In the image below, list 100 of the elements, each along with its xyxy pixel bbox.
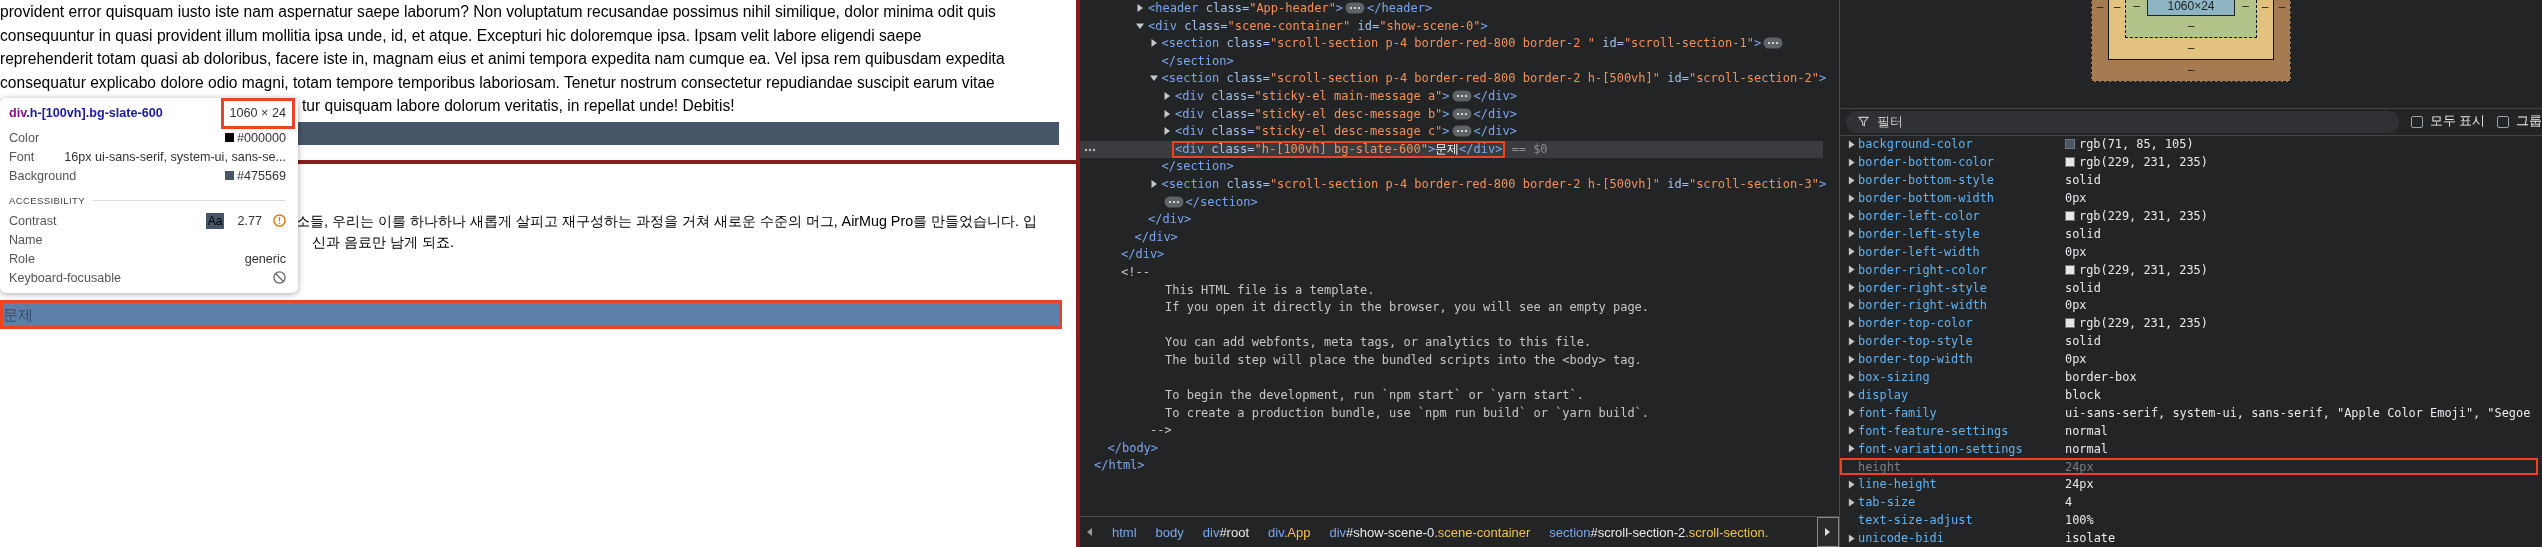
expand-arrow-icon[interactable] xyxy=(1149,74,1158,83)
checkbox[interactable] xyxy=(2411,115,2423,128)
box-model-drawing: – – – 1060×24 – – – – – – xyxy=(2091,0,2291,82)
property-name: font-family xyxy=(1858,405,1938,420)
tag-text[interactable]: <div class="sticky-el main-message a"> xyxy=(1175,87,1450,106)
expand-arrow-icon[interactable] xyxy=(1848,354,1855,364)
property-name: border-bottom-width xyxy=(1858,191,1996,206)
checkbox[interactable] xyxy=(2497,115,2510,128)
scroll-right-icon[interactable] xyxy=(1817,517,1839,547)
property-value: 16px ui-sans-serif, system-ui, sans-se... xyxy=(64,149,286,164)
tag-text[interactable]: <div class="h-[100vh] bg-slate-600">문제</div> xyxy=(1172,140,1506,159)
selected-row[interactable]: <div class="h-[100vh] bg-slate-600">문제</div> == $0 xyxy=(1080,140,1823,159)
tag-text[interactable]: </div> xyxy=(1473,105,1517,124)
expand-arrow-icon[interactable] xyxy=(1848,426,1855,436)
ellipsis-icon[interactable] xyxy=(1451,89,1472,102)
expand-arrow-icon[interactable] xyxy=(1848,175,1855,185)
tag-text[interactable]: </div> xyxy=(1148,211,1192,229)
tag-text[interactable]: </section> xyxy=(1161,158,1234,176)
expand-arrow-icon[interactable] xyxy=(1848,318,1855,328)
comment-text: --> xyxy=(1150,423,1172,438)
tag-text[interactable]: <section class="scroll-section p-4 border-red-800 border-2 h-[500vh]" id="scroll-section-2"> xyxy=(1161,70,1827,88)
tag-text[interactable]: </div> xyxy=(1121,246,1165,264)
property-value: normal xyxy=(2065,441,2108,456)
comment-text: To create a production bundle, use `npm run build` or `yarn build`. xyxy=(1165,405,1650,420)
property-value: generic xyxy=(244,251,286,266)
tag-text[interactable]: </div> xyxy=(1134,228,1178,247)
expand-arrow-icon[interactable] xyxy=(1848,157,1855,167)
breadcrumb[interactable]: body xyxy=(1155,524,1184,540)
tag-text[interactable]: </div> xyxy=(1473,87,1517,106)
property-name: height xyxy=(1858,459,1902,474)
tag-text[interactable]: </div> xyxy=(1473,123,1517,141)
comment-text: To begin the development, run `npm start` or `yarn start`. xyxy=(1165,388,1585,403)
breadcrumb[interactable]: div#root xyxy=(1202,524,1250,540)
tag-text[interactable]: <header class="App-header"> xyxy=(1148,0,1344,18)
property-label: Font xyxy=(9,149,35,164)
tag-text[interactable]: </header> xyxy=(1367,0,1433,18)
expand-arrow-icon[interactable] xyxy=(1848,300,1855,310)
expand-arrow-icon[interactable] xyxy=(1149,39,1158,48)
checkbox-label[interactable]: 그룹 xyxy=(2516,113,2542,131)
selection-marker: == $0 xyxy=(1511,141,1548,156)
property-name: border-top-color xyxy=(1858,316,1974,331)
comment-text: <!-- xyxy=(1121,264,1150,279)
expand-arrow-icon[interactable] xyxy=(1848,265,1855,275)
expand-arrow-icon[interactable] xyxy=(1848,283,1855,293)
property-label: Keyboard-focusable xyxy=(9,270,121,285)
property-value: 0px xyxy=(2065,352,2087,367)
tag-text[interactable]: <section class="scroll-section p-4 border-red-800 border-2 h-[500vh]" id="scroll-section-3"> xyxy=(1161,175,1827,194)
expand-arrow-icon[interactable] xyxy=(1848,372,1855,382)
ellipsis-icon[interactable] xyxy=(1451,107,1472,120)
property-label: Background xyxy=(9,168,77,183)
tag-text[interactable]: </section> xyxy=(1161,52,1234,71)
expand-arrow-icon[interactable] xyxy=(1163,109,1171,118)
expand-arrow-icon[interactable] xyxy=(1163,91,1171,100)
breadcrumb[interactable]: html xyxy=(1112,524,1137,540)
breadcrumb[interactable]: div#show-scene-0.scene-container xyxy=(1329,524,1531,540)
property-name: border-top-width xyxy=(1858,352,1974,367)
expand-arrow-icon[interactable] xyxy=(1848,211,1855,221)
checkbox-label[interactable]: 모두 표시 xyxy=(2430,113,2486,131)
color-swatch[interactable] xyxy=(2065,264,2075,275)
expand-arrow-icon[interactable] xyxy=(1163,127,1171,136)
color-swatch[interactable] xyxy=(2065,157,2075,168)
property-value: solid xyxy=(2065,280,2101,295)
filter-field[interactable]: 필터 xyxy=(1846,110,2399,133)
tag-text[interactable]: <div class="sticky-el desc-message b"> xyxy=(1175,105,1450,124)
tag-text[interactable]: </body> xyxy=(1107,439,1159,458)
color-swatch[interactable] xyxy=(2065,211,2075,222)
expand-arrow-icon[interactable] xyxy=(1848,193,1855,203)
expand-arrow-icon[interactable] xyxy=(1848,444,1855,454)
expand-arrow-icon[interactable] xyxy=(1848,497,1855,507)
breadcrumb[interactable]: section#scroll-section-2.scroll-section. xyxy=(1549,524,1769,540)
tag-text[interactable]: </section> xyxy=(1185,193,1258,212)
property-value: rgb(71, 85, 105) xyxy=(2079,137,2194,152)
expand-arrow-icon[interactable] xyxy=(1848,229,1855,239)
tag-text[interactable]: <section class="scroll-section p-4 border-red-800 border-2 " id="scroll-section-1"> xyxy=(1161,35,1762,53)
expand-arrow-icon[interactable] xyxy=(1848,533,1855,543)
property-name: font-feature-settings xyxy=(1858,423,2010,438)
tag-text[interactable]: <div class="sticky-el desc-message c"> xyxy=(1175,123,1450,141)
property-value: 24px xyxy=(2065,459,2094,474)
ellipsis-icon[interactable] xyxy=(1345,2,1366,14)
ellipsis-icon[interactable] xyxy=(1763,37,1784,50)
expand-arrow-icon[interactable] xyxy=(1136,4,1144,12)
expand-arrow-icon[interactable] xyxy=(1848,479,1855,489)
more-icon[interactable] xyxy=(1084,147,1096,152)
tag-text[interactable]: </html> xyxy=(1094,457,1145,476)
expand-arrow-icon[interactable] xyxy=(1848,408,1855,418)
expand-arrow-icon[interactable] xyxy=(1848,390,1855,400)
color-swatch[interactable] xyxy=(2065,139,2075,150)
property-name: border-left-color xyxy=(1858,209,1981,224)
breadcrumb[interactable]: div.App xyxy=(1268,524,1311,540)
ellipsis-icon[interactable] xyxy=(1163,195,1184,208)
color-swatch[interactable] xyxy=(2065,318,2075,329)
expand-arrow-icon[interactable] xyxy=(1136,21,1144,30)
filter-icon xyxy=(1858,116,1869,128)
tag-text[interactable]: <div class="scene-container" id="show-scene-0"> xyxy=(1148,17,1488,36)
ellipsis-icon[interactable] xyxy=(1451,125,1472,138)
expand-arrow-icon[interactable] xyxy=(1848,247,1855,257)
expand-arrow-icon[interactable] xyxy=(1149,179,1158,188)
property-value: rgb(229, 231, 235) xyxy=(2079,316,2208,331)
expand-arrow-icon[interactable] xyxy=(1848,336,1855,346)
expand-arrow-icon[interactable] xyxy=(1848,139,1855,149)
